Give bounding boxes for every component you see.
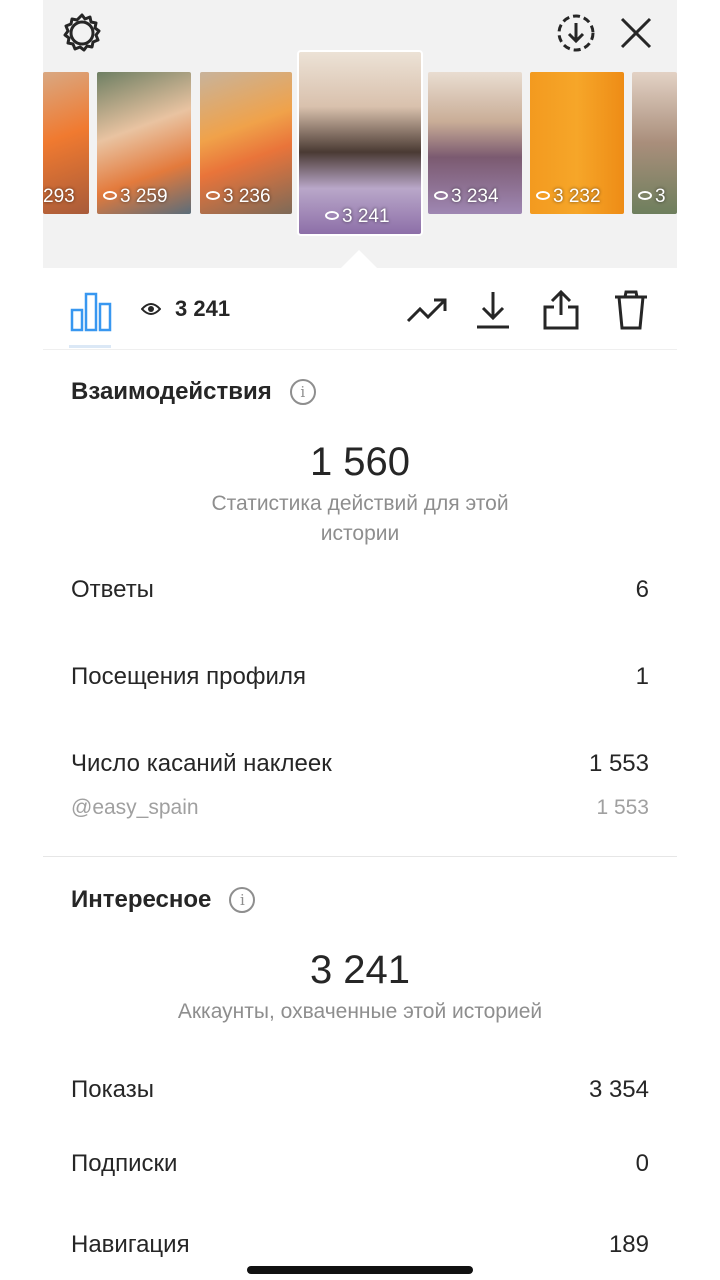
- trending-up-icon: [406, 298, 447, 323]
- eye-icon: [434, 191, 448, 200]
- metric-value: 1: [635, 663, 649, 690]
- metric-label: Подписки: [71, 1150, 178, 1177]
- story-views: 3 236: [200, 186, 292, 208]
- metric-row-replies: Ответы 6: [71, 576, 649, 604]
- eye-icon: [206, 191, 220, 200]
- sticker-mention-label[interactable]: @easy_spain: [71, 796, 199, 820]
- views-value: 3 241: [175, 296, 231, 321]
- selected-story-pointer: [341, 250, 377, 268]
- story-views: 3 259: [97, 186, 191, 208]
- metric-row-impressions: Показы 3 354: [71, 1076, 649, 1104]
- interactions-total: 1 560: [309, 440, 411, 484]
- story-insights-screen: 293 3 259 3 236 3 241 3 234 3 232 3 3 24…: [43, 0, 677, 1280]
- eye-icon: [103, 191, 117, 200]
- story-views: 3: [632, 186, 677, 208]
- story-thumbnail[interactable]: 293: [43, 72, 89, 214]
- discovery-title: Интересное i: [71, 886, 256, 914]
- eye-icon: [638, 191, 652, 200]
- metric-label: Показы: [71, 1076, 154, 1103]
- eye-icon: [141, 303, 161, 315]
- left-margin: [0, 0, 43, 1280]
- interactions-title-text: Взаимодействия: [71, 378, 272, 405]
- home-indicator[interactable]: [247, 1266, 473, 1274]
- metric-value: 0: [635, 1150, 649, 1177]
- download-icon: [477, 292, 509, 329]
- story-views: 293: [43, 186, 75, 207]
- active-tab-indicator: [69, 345, 111, 348]
- story-views: 3 232: [530, 186, 624, 208]
- promote-button[interactable]: [405, 288, 449, 332]
- story-thumbnail-selected[interactable]: 3 241: [299, 52, 421, 234]
- right-margin: [677, 0, 720, 1280]
- story-thumbnail[interactable]: 3 232: [530, 72, 624, 214]
- metric-value: 189: [608, 1231, 649, 1258]
- interactions-title: Взаимодействия i: [71, 378, 316, 406]
- info-icon[interactable]: i: [229, 887, 256, 913]
- story-views: 3 234: [428, 186, 522, 208]
- story-views: 3 241: [299, 206, 421, 228]
- discovery-total: 3 241: [309, 948, 411, 992]
- metric-label: Ответы: [71, 576, 154, 603]
- metric-label: Число касаний наклеек: [71, 750, 332, 777]
- metric-value: 6: [635, 576, 649, 603]
- delete-button[interactable]: [609, 288, 653, 332]
- story-thumbnail-strip[interactable]: 293 3 259 3 236 3 241 3 234 3 232 3: [43, 44, 677, 244]
- metric-row-mention-sticker[interactable]: @easy_spain 1 553: [71, 796, 649, 820]
- story-thumbnail[interactable]: 3 259: [97, 72, 191, 214]
- share-button[interactable]: [539, 288, 583, 332]
- story-thumbnail[interactable]: 3 234: [428, 72, 522, 214]
- story-view-count[interactable]: 3 241: [141, 296, 230, 322]
- download-button[interactable]: [471, 288, 515, 332]
- metric-label: Посещения профиля: [71, 663, 306, 690]
- metric-row-sticker-taps: Число касаний наклеек 1 553: [71, 750, 649, 778]
- metric-value: 1 553: [588, 750, 649, 777]
- eye-icon: [536, 191, 550, 200]
- metric-row-follows: Подписки 0: [71, 1150, 649, 1178]
- metric-row-profile-visits: Посещения профиля 1: [71, 663, 649, 691]
- bar-chart-icon: [70, 292, 112, 332]
- insights-tab[interactable]: [67, 288, 115, 332]
- trash-icon: [615, 290, 647, 330]
- metric-row-navigation: Навигация 189: [71, 1231, 649, 1259]
- story-thumbnail[interactable]: 3 236: [200, 72, 292, 214]
- story-thumbnail[interactable]: 3: [632, 72, 677, 214]
- metric-label: Навигация: [71, 1231, 190, 1258]
- eye-icon: [325, 211, 339, 220]
- story-header: 293 3 259 3 236 3 241 3 234 3 232 3: [43, 0, 677, 268]
- metric-value: 3 354: [588, 1076, 649, 1103]
- info-icon[interactable]: i: [289, 379, 316, 405]
- discovery-title-text: Интересное: [71, 886, 212, 913]
- interactions-subtitle: Статистика действий для этой истории: [211, 492, 509, 545]
- section-divider: [43, 856, 677, 857]
- insights-toolbar: 3 241: [43, 268, 677, 350]
- discovery-subtitle: Аккаунты, охваченные этой историей: [177, 1000, 543, 1023]
- share-icon: [543, 289, 579, 330]
- sticker-mention-value: 1 553: [596, 796, 649, 819]
